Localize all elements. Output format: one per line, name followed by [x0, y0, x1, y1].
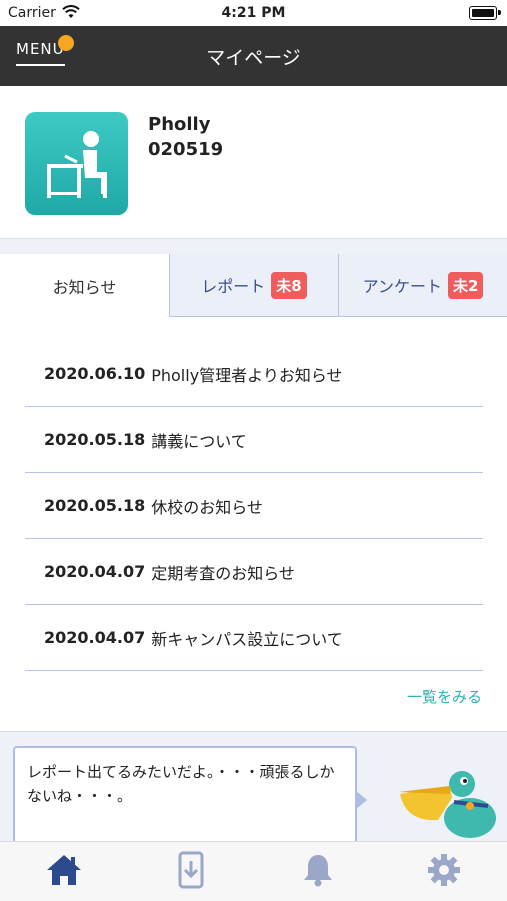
tab-notices[interactable]: お知らせ [0, 254, 170, 317]
list-item[interactable]: 2020.05.18 講義について [25, 407, 483, 473]
pelican-mascot-icon [398, 771, 496, 838]
section-divider [0, 238, 507, 255]
news-date: 2020.04.07 [44, 628, 146, 647]
bottom-tab-bar [0, 841, 507, 901]
notifications-tab[interactable] [298, 850, 338, 890]
profile-name: Pholly [148, 114, 211, 135]
bell-icon [304, 855, 332, 887]
tab-label: お知らせ [52, 277, 117, 297]
news-date: 2020.06.10 [44, 364, 146, 383]
profile-id: 020519 [148, 139, 224, 160]
tab-label: レポート [201, 277, 266, 296]
battery-icon [469, 6, 497, 20]
profile-section: Pholly 020519 [0, 86, 507, 238]
settings-tab[interactable] [424, 850, 464, 890]
unread-badge: 未8 [271, 271, 307, 299]
report-tab[interactable] [171, 850, 211, 890]
home-tab[interactable] [44, 850, 84, 890]
battery-tip [498, 10, 501, 15]
clock: 4:21 PM [221, 5, 286, 21]
news-title: 休校のお知らせ [151, 497, 263, 517]
news-list: 2020.06.10 Pholly管理者よりお知らせ 2020.05.18 講義… [25, 341, 483, 671]
news-title: 講義について [151, 431, 247, 451]
page-title: マイページ [206, 47, 301, 69]
list-item[interactable]: 2020.04.07 新キャンパス設立について [25, 605, 483, 671]
speech-bubble-tail [355, 790, 367, 810]
navigation-bar: MENU マイページ [0, 26, 507, 86]
tab-bar-top: お知らせ レポート 未8 アンケート 未2 [0, 254, 507, 317]
status-bar: Carrier 4:21 PM [0, 0, 507, 26]
phone-download-icon [178, 851, 204, 889]
student-desk-icon [47, 131, 107, 198]
news-date: 2020.04.07 [44, 562, 146, 581]
list-item[interactable]: 2020.05.18 休校のお知らせ [25, 473, 483, 539]
home-icon [47, 855, 81, 885]
speech-bubble: レポート出てるみたいだよ。・・・頑張るしかないね・・・。 [13, 746, 357, 846]
news-title: Pholly管理者よりお知らせ [151, 365, 343, 385]
unread-badge: 未2 [447, 271, 484, 299]
tab-reports[interactable]: レポート 未8 [170, 254, 339, 317]
avatar [25, 112, 128, 215]
list-item[interactable]: 2020.06.10 Pholly管理者よりお知らせ [25, 341, 483, 407]
tab-surveys[interactable]: アンケート 未2 [339, 254, 507, 317]
news-date: 2020.05.18 [44, 430, 146, 449]
news-date: 2020.05.18 [44, 496, 146, 515]
news-title: 定期考査のお知らせ [151, 563, 295, 583]
news-title: 新キャンパス設立について [151, 629, 343, 649]
list-item[interactable]: 2020.04.07 定期考査のお知らせ [25, 539, 483, 605]
tab-label: アンケート [362, 277, 442, 296]
gear-icon [428, 854, 460, 886]
view-all-link[interactable]: 一覧をみる [407, 686, 482, 707]
